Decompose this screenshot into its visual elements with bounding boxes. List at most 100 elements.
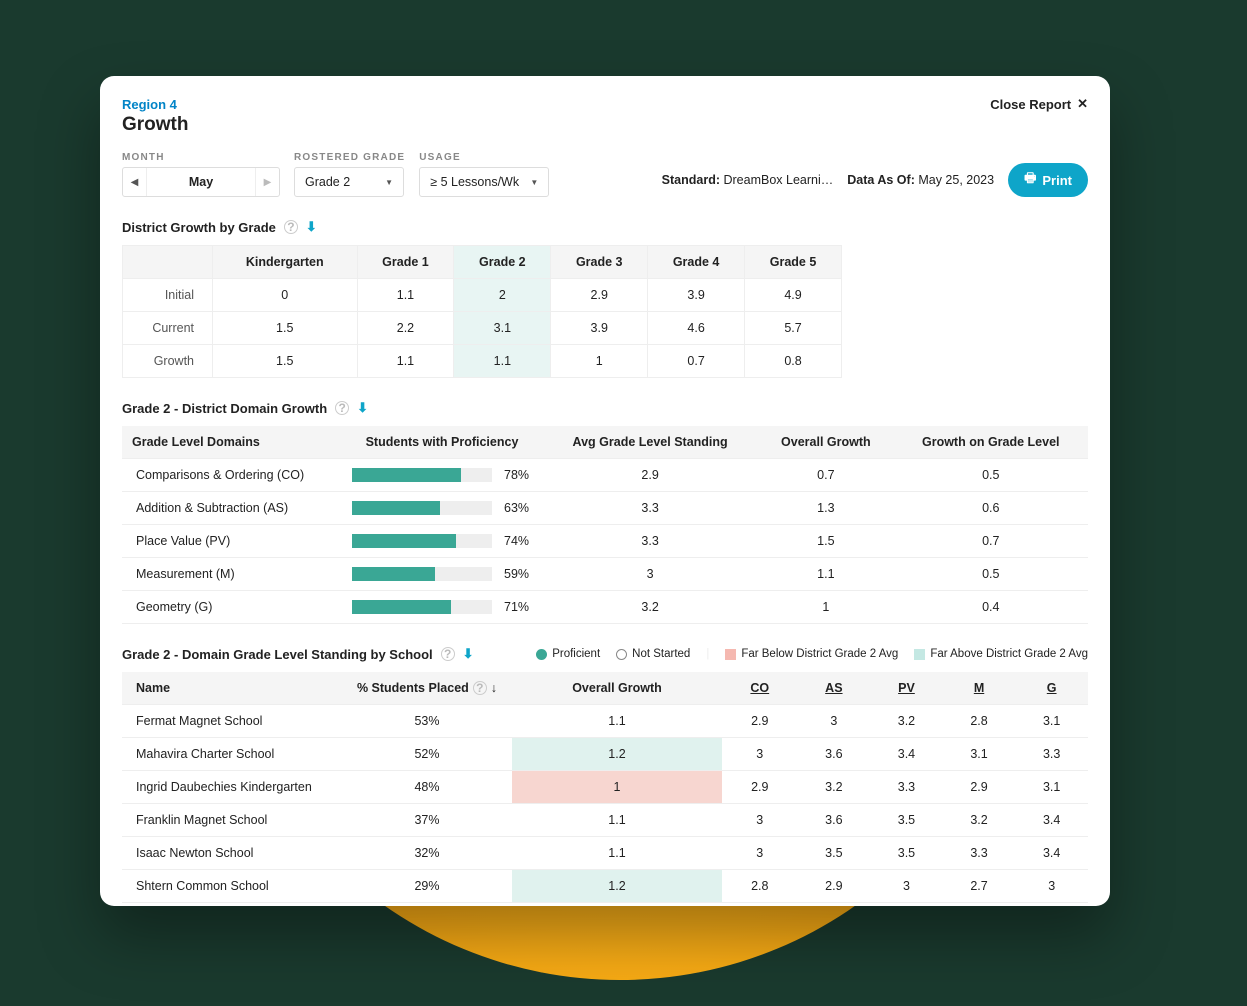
cell-placed: 48% <box>342 771 512 804</box>
proficiency-bar <box>352 567 492 581</box>
cell-g: 3.4 <box>1015 804 1088 837</box>
help-icon[interactable]: ? <box>335 401 349 415</box>
cell-g: 3 <box>1015 870 1088 903</box>
proficiency-bar <box>352 534 492 548</box>
col-standing: Avg Grade Level Standing <box>542 426 758 459</box>
table-row: Comparisons & Ordering (CO)78%2.90.70.5 <box>122 459 1088 492</box>
download-icon[interactable]: ⬇ <box>306 219 317 235</box>
cell-domain: Measurement (M) <box>122 558 342 591</box>
close-icon: ✕ <box>1077 96 1088 112</box>
col-m[interactable]: M <box>943 672 1016 705</box>
cell-school: Fermat Magnet School <box>122 705 342 738</box>
month-prev-button[interactable]: ◀ <box>123 168 147 196</box>
cell-domain: Geometry (G) <box>122 591 342 624</box>
print-button[interactable]: 🖶 Print <box>1008 163 1088 197</box>
cell-growth: 1.1 <box>512 837 722 870</box>
cell: 2.9 <box>551 279 648 312</box>
cell-gog: 0.4 <box>894 591 1088 624</box>
cell-school: Isaac Newton School <box>122 837 342 870</box>
school-standing-table: Name % Students Placed?↓ Overall Growth … <box>122 672 1088 903</box>
col-kindergarten: Kindergarten <box>213 246 358 279</box>
col-g[interactable]: G <box>1015 672 1088 705</box>
cell-growth: 1.2 <box>512 738 722 771</box>
col-grade-5: Grade 5 <box>745 246 842 279</box>
table-row: Geometry (G)71%3.210.4 <box>122 591 1088 624</box>
cell-proficiency: 59% <box>342 558 542 591</box>
cell-proficiency: 78% <box>342 459 542 492</box>
download-icon[interactable]: ⬇ <box>357 400 368 416</box>
table-row: Growth1.51.11.110.70.8 <box>123 345 842 378</box>
cell-gog: 0.5 <box>894 558 1088 591</box>
cell-growth: 1.5 <box>758 525 893 558</box>
cell: 0 <box>213 279 358 312</box>
cell-growth: 1.1 <box>512 705 722 738</box>
sort-desc-icon: ↓ <box>491 681 497 695</box>
download-icon[interactable]: ⬇ <box>463 646 474 662</box>
cell-as: 3.6 <box>798 738 871 771</box>
grade-value: Grade 2 <box>305 175 350 189</box>
month-value: May <box>147 168 255 196</box>
cell-standing: 3.3 <box>542 492 758 525</box>
col-overall-growth[interactable]: Overall Growth <box>512 672 722 705</box>
legend: Proficient Not Started | Far Below Distr… <box>536 648 1088 660</box>
chevron-down-icon: ▼ <box>385 178 393 187</box>
cell-m: 3.2 <box>943 804 1016 837</box>
col-co[interactable]: CO <box>722 672 798 705</box>
help-icon[interactable]: ? <box>284 220 298 234</box>
not-started-swatch <box>616 649 627 660</box>
table-row: Current1.52.23.13.94.65.7 <box>123 312 842 345</box>
grade-select[interactable]: Grade 2 ▼ <box>294 167 404 197</box>
cell-gog: 0.7 <box>894 525 1088 558</box>
cell-co: 2.9 <box>722 771 798 804</box>
cell-placed: 32% <box>342 837 512 870</box>
far-above-swatch <box>914 649 925 660</box>
usage-select[interactable]: ≥ 5 Lessons/Wk ▼ <box>419 167 549 197</box>
cell-placed: 53% <box>342 705 512 738</box>
cell-pv: 3.5 <box>870 804 943 837</box>
usage-label: USAGE <box>419 152 549 163</box>
cell-standing: 2.9 <box>542 459 758 492</box>
cell-m: 2.8 <box>943 705 1016 738</box>
cell-pv: 3 <box>870 870 943 903</box>
cell-pv: 3.3 <box>870 771 943 804</box>
cell: 1.5 <box>213 312 358 345</box>
cell-growth: 1.1 <box>512 804 722 837</box>
cell-growth: 1.1 <box>758 558 893 591</box>
col-name[interactable]: Name <box>122 672 342 705</box>
table-row: Measurement (M)59%31.10.5 <box>122 558 1088 591</box>
cell-school: Ingrid Daubechies Kindergarten <box>122 771 342 804</box>
cell-proficiency: 63% <box>342 492 542 525</box>
standard-info: Standard: DreamBox Learni… <box>662 173 834 187</box>
col-as[interactable]: AS <box>798 672 871 705</box>
col-placed[interactable]: % Students Placed?↓ <box>342 672 512 705</box>
cell-standing: 3.3 <box>542 525 758 558</box>
month-next-button[interactable]: ▶ <box>255 168 279 196</box>
cell-gog: 0.6 <box>894 492 1088 525</box>
col-growth: Overall Growth <box>758 426 893 459</box>
cell: 0.7 <box>648 345 745 378</box>
cell-proficiency: 71% <box>342 591 542 624</box>
cell-domain: Place Value (PV) <box>122 525 342 558</box>
table-row: Addition & Subtraction (AS)63%3.31.30.6 <box>122 492 1088 525</box>
col-grade-3: Grade 3 <box>551 246 648 279</box>
cell: 4.6 <box>648 312 745 345</box>
col-pv[interactable]: PV <box>870 672 943 705</box>
help-icon[interactable]: ? <box>441 647 455 661</box>
cell-pv: 3.4 <box>870 738 943 771</box>
col-grade-4: Grade 4 <box>648 246 745 279</box>
breadcrumb[interactable]: Region 4 <box>122 97 177 112</box>
cell: 5.7 <box>745 312 842 345</box>
row-label: Current <box>123 312 213 345</box>
close-report-button[interactable]: Close Report ✕ <box>990 96 1088 112</box>
cell: 1 <box>551 345 648 378</box>
cell: 2.2 <box>357 312 454 345</box>
table-row: Ingrid Daubechies Kindergarten48%12.93.2… <box>122 771 1088 804</box>
cell-domain: Comparisons & Ordering (CO) <box>122 459 342 492</box>
cell-placed: 37% <box>342 804 512 837</box>
cell-gog: 0.5 <box>894 459 1088 492</box>
cell: 3.9 <box>648 279 745 312</box>
col-grade-2: Grade 2 <box>454 246 551 279</box>
cell-proficiency: 74% <box>342 525 542 558</box>
col-grade-1: Grade 1 <box>357 246 454 279</box>
help-icon[interactable]: ? <box>473 681 487 695</box>
